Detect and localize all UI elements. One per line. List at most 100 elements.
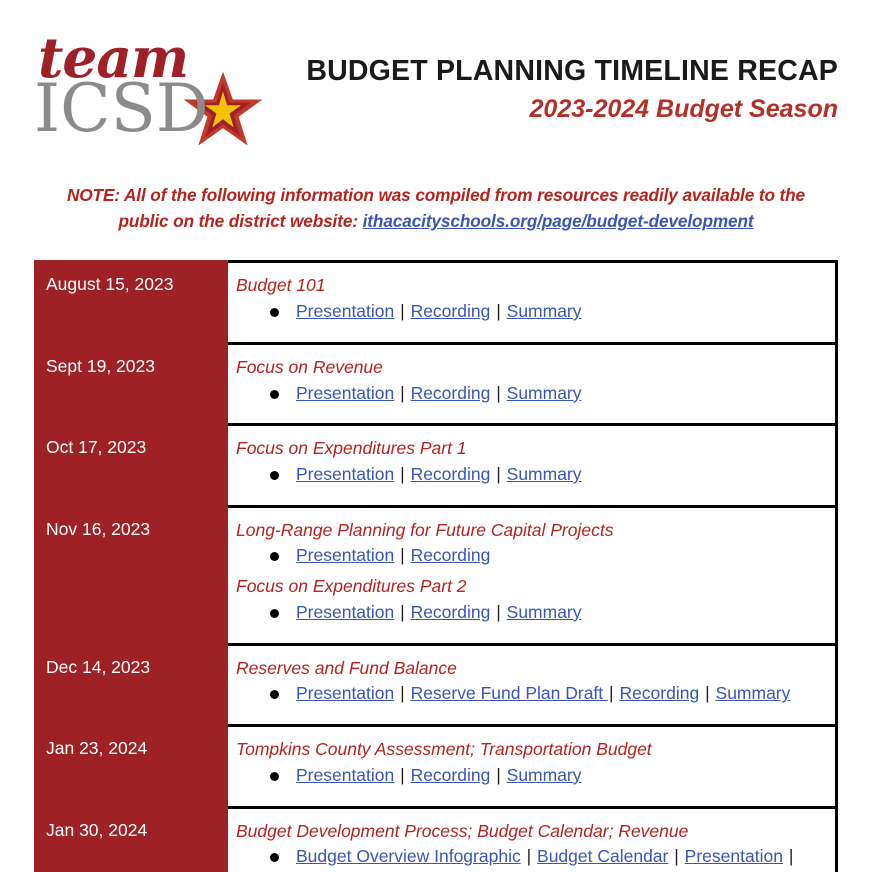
resource-link[interactable]: Presentation	[296, 383, 394, 403]
link-separator: |	[496, 601, 501, 622]
row-date-cell: Oct 17, 2023	[34, 423, 228, 505]
resource-link[interactable]: Presentation	[296, 464, 394, 484]
row-date-cell: Jan 30, 2024	[34, 805, 228, 872]
resource-link[interactable]: Summary	[507, 602, 582, 622]
list-item: Presentation | Recording | Summary	[262, 462, 827, 488]
session-topic: Budget Development Process; Budget Calen…	[236, 820, 689, 841]
page-title: BUDGET PLANNING TIMELINE RECAP	[306, 55, 838, 87]
page-subtitle: 2023-2024 Budget Season	[529, 95, 838, 124]
table-row: Jan 23, 2024 Tompkins County Assessment; …	[34, 724, 838, 806]
resource-link[interactable]: Summary	[507, 301, 582, 321]
list-item: Presentation | Recording | Summary	[262, 381, 827, 407]
list-item: Presentation | Recording | Summary	[262, 763, 827, 789]
row-content-cell: Budget Development Process; Budget Calen…	[236, 808, 835, 872]
resource-link-list: Budget Overview Infographic | Budget Cal…	[262, 844, 827, 872]
link-separator: |	[400, 301, 405, 322]
link-separator: |	[705, 683, 710, 704]
table-row: Nov 16, 2023 Long-Range Planning for Futu…	[34, 504, 838, 643]
table-row: Sept 19, 2023 Focus on Revenue Presentatio…	[34, 341, 838, 424]
row-gutter	[228, 808, 236, 872]
link-separator: |	[496, 382, 501, 403]
list-item: Presentation | Recording | Summary	[262, 299, 827, 325]
list-item: Budget Overview Infographic | Budget Cal…	[262, 844, 827, 872]
resource-link[interactable]: Recording	[411, 301, 491, 321]
resource-link[interactable]: Presentation	[685, 846, 783, 866]
note-block: NOTE: All of the following information w…	[34, 182, 838, 234]
list-item: Presentation | Recording	[262, 543, 827, 569]
resource-link[interactable]: Recording	[411, 602, 491, 622]
session-topic: Budget 101	[236, 275, 326, 296]
row-content-cell: Tompkins County Assessment; Transportati…	[236, 727, 835, 806]
district-website-link[interactable]: ithacacityschools.org/page/budget-develo…	[363, 211, 754, 231]
link-separator: |	[526, 846, 532, 867]
table-row: Dec 14, 2023 Reserves and Fund Balance Pre…	[34, 642, 838, 725]
row-date-cell: Nov 16, 2023	[34, 504, 228, 643]
session-topic: Focus on Revenue	[236, 356, 383, 377]
resource-link[interactable]: Budget Calendar	[537, 846, 668, 866]
link-separator: |	[496, 301, 501, 322]
resource-link[interactable]: Summary	[716, 683, 791, 703]
session-topic: Long-Range Planning for Future Capital P…	[236, 519, 614, 540]
row-gutter	[228, 727, 236, 806]
session-topic: Tompkins County Assessment; Transportati…	[236, 739, 652, 760]
link-separator: |	[400, 463, 405, 484]
resource-link[interactable]: Summary	[507, 765, 582, 785]
link-separator: |	[609, 683, 614, 704]
row-date-cell: Dec 14, 2023	[34, 642, 228, 725]
row-content-cell: Budget 101 Presentation | Recording | Sum…	[236, 263, 835, 342]
row-content-cell: Focus on Revenue Presentation | Recording…	[236, 344, 835, 424]
resource-link-list: Presentation | Recording | Summary	[262, 381, 827, 407]
document-page: team ICSD BUDGET PLANNING TIMELINE RECAP…	[0, 0, 872, 872]
table-row: Jan 30, 2024 Budget Development Process; …	[34, 805, 838, 872]
session-topic: Focus on Expenditures Part 1	[236, 438, 467, 459]
link-separator: |	[496, 463, 501, 484]
row-gutter	[228, 344, 236, 424]
resource-link[interactable]: Presentation	[296, 602, 394, 622]
row-date-cell: Sept 19, 2023	[34, 341, 228, 424]
link-separator: |	[674, 846, 679, 867]
session-topic: Reserves and Fund Balance	[236, 657, 457, 678]
link-separator: |	[496, 764, 501, 785]
resource-link-list: Presentation | Recording | Summary	[262, 600, 827, 626]
logo-icsd-text: ICSD	[34, 70, 209, 147]
link-separator: |	[400, 683, 405, 704]
link-separator: |	[400, 764, 405, 785]
row-gutter	[228, 507, 236, 643]
resource-link[interactable]: Presentation	[296, 301, 394, 321]
resource-link[interactable]: Summary	[507, 464, 582, 484]
table-row: Oct 17, 2023 Focus on Expenditures Part 1…	[34, 423, 838, 505]
note-line-1: NOTE: All of the following information w…	[66, 185, 806, 205]
row-content-cell: Focus on Expenditures Part 1 Presentation…	[236, 426, 835, 505]
list-item: Presentation | Recording | Summary	[262, 600, 827, 626]
resource-link[interactable]: Presentation	[296, 545, 394, 565]
resource-link-list: Presentation | Recording | Summary	[262, 462, 827, 488]
resource-link[interactable]: Recording	[411, 464, 491, 484]
title-block: BUDGET PLANNING TIMELINE RECAP 2023-2024…	[264, 26, 838, 124]
resource-link-list: Presentation | Recording | Summary	[262, 763, 827, 789]
resource-link[interactable]: Recording	[411, 545, 491, 565]
resource-link[interactable]: Presentation	[296, 765, 394, 785]
row-gutter	[228, 645, 236, 725]
resource-link[interactable]: Summary	[507, 383, 582, 403]
resource-link[interactable]: Reserve Fund Plan Draft	[411, 683, 608, 703]
row-gutter	[228, 426, 236, 505]
resource-link-list: Presentation | Recording | Summary	[262, 299, 827, 325]
row-content-cell: Long-Range Planning for Future Capital P…	[236, 507, 835, 643]
resource-link[interactable]: Recording	[411, 765, 491, 785]
resource-link-list: Presentation | Recording	[262, 543, 827, 569]
resource-link-list: Presentation | Reserve Fund Plan Draft |…	[262, 681, 827, 707]
resource-link[interactable]: Recording	[619, 683, 699, 703]
team-icsd-logo: team ICSD	[34, 26, 264, 146]
link-separator: |	[400, 545, 405, 566]
resource-link[interactable]: Budget Overview Infographic	[296, 846, 521, 866]
link-separator: |	[788, 846, 794, 867]
resource-link[interactable]: Recording	[411, 383, 491, 403]
resource-link[interactable]: Presentation	[296, 683, 394, 703]
row-content-cell: Reserves and Fund Balance Presentation | …	[236, 645, 835, 725]
session-topic: Focus on Expenditures Part 2	[236, 576, 467, 597]
row-date-cell: August 15, 2023	[34, 260, 228, 342]
budget-timeline-table: August 15, 2023 Budget 101 Presentation | …	[34, 260, 838, 872]
page-header: team ICSD BUDGET PLANNING TIMELINE RECAP…	[0, 0, 872, 160]
link-separator: |	[400, 601, 405, 622]
table-row: August 15, 2023 Budget 101 Presentation | …	[34, 260, 838, 342]
